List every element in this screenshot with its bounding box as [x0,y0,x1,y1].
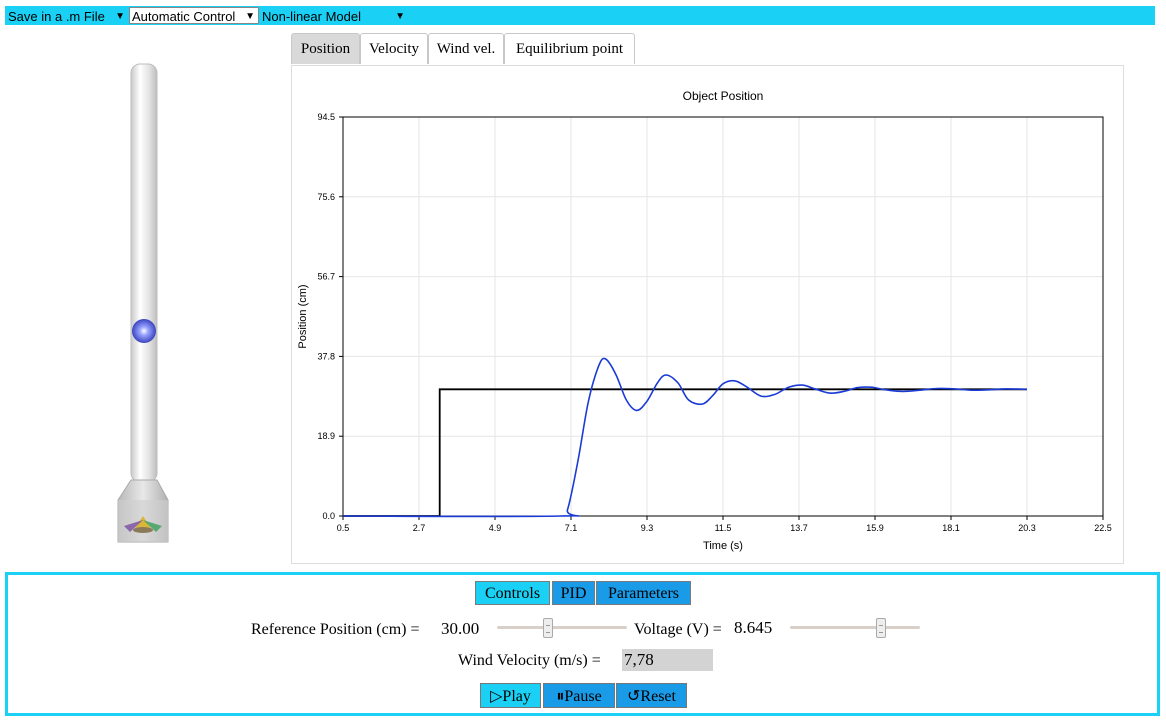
wind-velocity-field[interactable]: 7,78 [622,649,713,671]
tube [130,63,158,483]
x-tick-label: 0.5 [337,523,350,533]
reference-position-label: Reference Position (cm) = [251,621,420,638]
y-tick-label: 94.5 [317,112,335,122]
pause-button[interactable]: ⏸Pause [543,683,615,708]
y-tick-label: 18.9 [317,431,335,441]
save-file-label: Save in a .m File [8,9,105,24]
voltage-slider[interactable] [790,618,920,638]
plot-panel: 0.5 2.7 4.9 7.1 9.3 11.5 13.7 15.9 18.1 20.3 22.5 0… [291,65,1124,564]
y-tick-label: 0.0 [322,511,335,521]
x-tick-label: 9.3 [641,523,654,533]
position-series-line [342,357,1028,518]
x-tick-label: 2.7 [413,523,426,533]
position-chart: 0.5 2.7 4.9 7.1 9.3 11.5 13.7 15.9 18.1 20.3 22.5 0… [297,89,1112,552]
chevron-down-icon: ▼ [395,11,405,22]
x-tick-label: 22.5 [1094,523,1112,533]
tab-position[interactable]: Position [291,33,360,64]
chevron-down-icon: ▼ [115,11,125,22]
tab-parameters[interactable]: Parameters [596,581,691,605]
wind-velocity-label: Wind Velocity (m/s) = [458,652,601,669]
x-axis-label: Time (s) [703,540,743,552]
slider-track [790,626,920,629]
x-tick-label: 7.1 [565,523,578,533]
voltage-value: 8.645 [734,618,773,637]
tab-pid[interactable]: PID [552,581,595,605]
save-file-dropdown[interactable]: Save in a .m File ▼ [5,7,129,24]
pause-label: Pause [564,688,602,705]
x-tick-label: 20.3 [1018,523,1036,533]
voltage-label: Voltage (V) = [634,621,722,638]
reset-button[interactable]: ↺Reset [616,683,687,708]
reference-position-slider[interactable] [497,618,627,638]
play-icon: ▷ [490,688,503,705]
x-tick-label: 15.9 [866,523,884,533]
model-select[interactable]: Non-linear Model ▼ [259,7,409,24]
chart-title: Object Position [683,89,764,103]
top-toolbar: Save in a .m File ▼ Automatic Control ▼ … [5,6,1155,25]
tab-velocity[interactable]: Velocity [360,33,428,64]
control-mode-label: Automatic Control [132,9,236,24]
reference-series-line [343,388,1027,517]
tab-wind-velocity[interactable]: Wind vel. [428,33,504,64]
x-tick-label: 11.5 [715,523,732,533]
play-label: Play [502,688,531,705]
x-tick-label: 13.7 [790,523,808,533]
tab-equilibrium-point[interactable]: Equilibrium point [504,33,635,64]
tab-controls[interactable]: Controls [475,581,550,605]
x-tick-label: 4.9 [489,523,502,533]
y-tick-label: 75.6 [317,192,335,202]
model-label: Non-linear Model [262,9,361,24]
y-tick-label: 37.8 [317,351,335,361]
x-tick-label: 18.1 [942,523,960,533]
slider-handle[interactable] [876,618,887,638]
reference-position-value: 30.00 [441,619,480,638]
slider-handle[interactable] [542,618,553,638]
slider-track [497,626,627,629]
play-button[interactable]: ▷Play [480,683,541,708]
control-mode-select[interactable]: Automatic Control ▼ [129,7,259,24]
reset-icon: ↺ [627,688,641,705]
reset-label: Reset [640,688,676,705]
y-axis-label: Position (cm) [297,284,309,348]
chevron-down-icon: ▼ [245,11,255,22]
wind-tube-visual [110,60,180,545]
ball-icon [132,319,156,343]
y-tick-label: 56.7 [317,272,335,282]
